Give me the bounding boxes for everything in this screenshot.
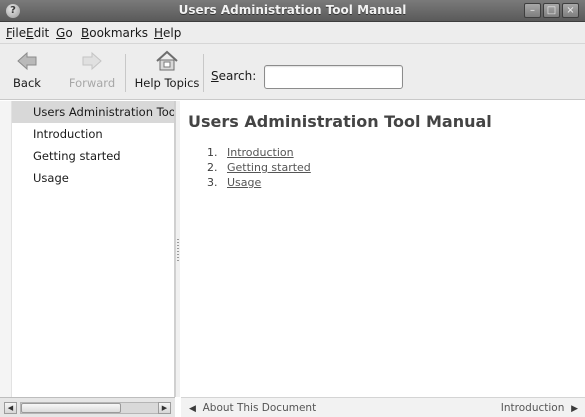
sidebar-item-users-administration-tool-manual[interactable]: Users Administration Tool Manual bbox=[12, 101, 174, 123]
home-icon bbox=[156, 50, 178, 71]
sidebar-item-usage[interactable]: Usage bbox=[12, 167, 174, 189]
table-of-contents: 1. Introduction 2. Getting started 3. Usage bbox=[207, 145, 311, 190]
close-icon[interactable]: × bbox=[562, 3, 579, 18]
search-label: Search: bbox=[211, 69, 257, 83]
next-page-link[interactable]: Introduction ▶ bbox=[501, 402, 578, 414]
grip-dots bbox=[177, 239, 179, 263]
menu-bookmarks[interactable]: Bookmarks bbox=[81, 26, 148, 40]
sidebar-item-introduction[interactable]: Introduction bbox=[12, 123, 174, 145]
toc-item: 3. Usage bbox=[207, 176, 262, 189]
toc-link-usage[interactable]: Usage bbox=[227, 176, 261, 189]
page-title: Users Administration Tool Manual bbox=[188, 112, 492, 131]
window-titlebar[interactable]: ? Users Administration Tool Manual – □ × bbox=[0, 0, 585, 22]
page-navigation-bar: ◀ About This Document Introduction ▶ bbox=[181, 397, 585, 417]
forward-label: Forward bbox=[68, 76, 116, 90]
previous-arrow-icon: ◀ bbox=[189, 404, 196, 414]
window-title: Users Administration Tool Manual bbox=[178, 3, 407, 17]
document-view: Users Administration Tool Manual 1. Intro… bbox=[181, 101, 585, 397]
back-button[interactable]: Back bbox=[6, 50, 48, 90]
pane-resize-handle[interactable] bbox=[175, 101, 180, 397]
search-input[interactable] bbox=[264, 65, 403, 89]
back-arrow-icon bbox=[17, 51, 37, 71]
menu-edit[interactable]: Edit bbox=[26, 26, 49, 40]
toc-link-introduction[interactable]: Introduction bbox=[227, 146, 294, 159]
help-topics-label: Help Topics bbox=[134, 76, 200, 90]
previous-page-link[interactable]: ◀ About This Document bbox=[189, 402, 316, 414]
sidebar: Users Administration Tool Manual Introdu… bbox=[12, 101, 175, 397]
forward-button[interactable]: Forward bbox=[68, 50, 116, 90]
toc-item: 2. Getting started bbox=[207, 161, 311, 174]
scroll-right-icon[interactable]: ▶ bbox=[158, 402, 171, 414]
sidebar-horizontal-scrollbar[interactable]: ◀ ▶ bbox=[0, 397, 175, 417]
sidebar-gutter bbox=[0, 101, 12, 397]
scroll-left-icon[interactable]: ◀ bbox=[4, 402, 17, 414]
maximize-icon[interactable]: □ bbox=[543, 3, 560, 18]
menu-file[interactable]: File bbox=[6, 26, 26, 40]
help-topics-button[interactable]: Help Topics bbox=[134, 50, 200, 90]
toc-item: 1. Introduction bbox=[207, 146, 294, 159]
toolbar-separator bbox=[125, 54, 126, 92]
scrollbar-thumb[interactable] bbox=[21, 403, 121, 413]
menu-help[interactable]: Help bbox=[154, 26, 181, 40]
menu-bar: File Edit Go Bookmarks Help bbox=[0, 22, 585, 44]
menu-go[interactable]: Go bbox=[56, 26, 73, 40]
toc-link-getting-started[interactable]: Getting started bbox=[227, 161, 311, 174]
toolbar-separator bbox=[203, 54, 204, 92]
minimize-icon[interactable]: – bbox=[524, 3, 541, 18]
back-label: Back bbox=[13, 76, 41, 90]
next-arrow-icon: ▶ bbox=[571, 404, 578, 414]
sidebar-item-getting-started[interactable]: Getting started bbox=[12, 145, 174, 167]
forward-arrow-icon bbox=[82, 51, 102, 71]
toolbar: Back Forward Help Topics Search: bbox=[0, 44, 585, 100]
